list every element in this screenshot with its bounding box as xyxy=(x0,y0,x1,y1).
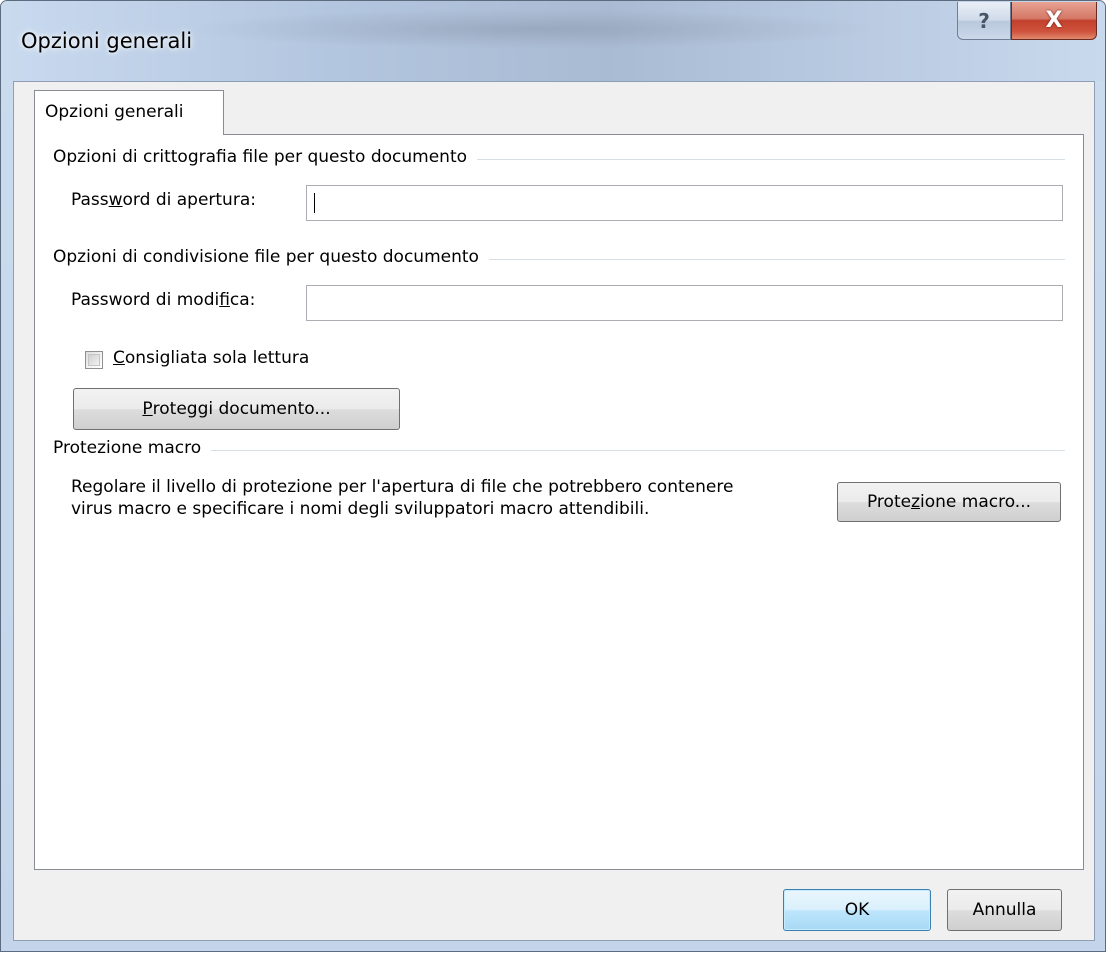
protect-document-button[interactable]: Proteggi documento... xyxy=(73,388,400,430)
encryption-group-title: Opzioni di crittografia file per questo … xyxy=(53,147,478,167)
read-only-label[interactable]: Consigliata sola lettura xyxy=(113,348,309,368)
modify-password-field[interactable] xyxy=(306,285,1063,321)
read-only-checkbox[interactable] xyxy=(85,351,103,369)
open-password-field[interactable] xyxy=(306,185,1063,221)
macro-security-button[interactable]: Prote z ione macro... xyxy=(837,482,1061,522)
dialog-window: Opzioni generali ? X Opzioni generali Op… xyxy=(0,0,1106,952)
ok-button[interactable]: OK xyxy=(783,889,931,931)
macro-group-title: Protezione macro xyxy=(53,438,212,458)
macro-description-line1: Regolare il livello di protezione per l'… xyxy=(71,477,734,497)
open-password-label: Password di apertura: xyxy=(71,190,256,210)
tab-opzioni-generali[interactable]: Opzioni generali xyxy=(34,90,224,135)
tab-panel: Opzioni di crittografia file per questo … xyxy=(34,134,1084,870)
macro-description: Regolare il livello di protezione per l'… xyxy=(71,476,733,520)
sharing-group-title: Opzioni di condivisione file per questo … xyxy=(53,247,489,267)
title-bar[interactable]: Opzioni generali ? X xyxy=(1,1,1105,81)
dialog-client-area: Opzioni generali Opzioni di crittografia… xyxy=(13,81,1095,941)
close-button[interactable]: X xyxy=(1011,2,1097,40)
close-icon: X xyxy=(1045,8,1063,33)
modify-password-label: Password di modifica: xyxy=(71,290,256,310)
help-button[interactable]: ? xyxy=(957,2,1011,40)
window-title: Opzioni generali xyxy=(21,29,193,53)
question-mark-icon: ? xyxy=(978,8,990,33)
cancel-button[interactable]: Annulla xyxy=(947,889,1062,931)
text-caret xyxy=(314,193,315,213)
macro-description-line2: virus macro e specificare i nomi degli s… xyxy=(71,499,650,519)
